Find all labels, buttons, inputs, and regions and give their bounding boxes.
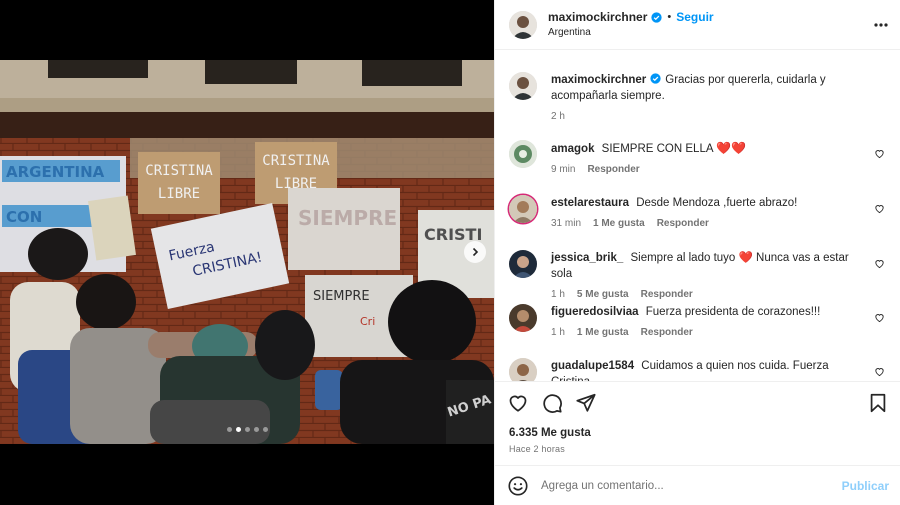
comment-item: figueredosilviaa Fuerza presidenta de co… [509, 304, 889, 341]
commenter-avatar[interactable] [509, 250, 537, 278]
carousel-dot [244, 427, 250, 432]
reply-button[interactable]: Responder [587, 162, 639, 178]
comment-text: Fuerza presidenta de corazones!!! [645, 306, 821, 318]
comment-likes[interactable]: 1 Me gusta [593, 216, 645, 232]
ellipsis-icon[interactable] [873, 19, 889, 31]
post-timestamp[interactable]: Hace 2 horas [509, 444, 565, 454]
comment-time[interactable]: 1 h [551, 287, 565, 303]
follow-button[interactable]: Seguir [676, 10, 713, 25]
comment-time[interactable]: 9 min [551, 162, 575, 178]
verified-badge-icon [650, 73, 661, 84]
bookmark-icon[interactable] [867, 392, 889, 414]
caption-username[interactable]: maximockirchner [551, 74, 646, 86]
post-media: ARGENTINA CON CRISTINA LIBRE CRISTINA LI… [0, 0, 494, 505]
commenter-username[interactable]: guadalupe1584 [551, 360, 634, 372]
caption-time[interactable]: 2 h [551, 109, 565, 125]
commenter-username[interactable]: estelarestaura [551, 197, 629, 209]
carousel-dot [253, 427, 259, 432]
comment-time[interactable]: 31 min [551, 216, 581, 232]
likes-count[interactable]: 6.335 Me gusta [509, 427, 591, 439]
comment-like-icon[interactable] [874, 258, 885, 269]
carousel-dot [235, 427, 241, 432]
carousel-dot [262, 427, 268, 432]
commenter-avatar[interactable] [509, 358, 537, 381]
post-caption: maximockirchner Gracias por quererla, cui… [509, 72, 889, 125]
post-side-panel: maximockirchner • Seguir Argentina maxim… [494, 0, 900, 505]
carousel-dot [226, 427, 232, 432]
commenter-username[interactable]: jessica_brik_ [551, 252, 623, 264]
paper-plane-icon[interactable] [575, 392, 597, 414]
commenter-avatar[interactable] [509, 195, 537, 223]
carousel-indicator [0, 427, 494, 432]
publish-button[interactable]: Publicar [842, 479, 889, 493]
comment-like-icon[interactable] [874, 148, 885, 159]
reply-button[interactable]: Responder [641, 325, 693, 341]
author-info: maximockirchner • Seguir Argentina [548, 10, 714, 40]
carousel-next-button[interactable] [464, 241, 486, 263]
comment-text: SIEMPRE CON ELLA [601, 143, 713, 155]
commenter-avatar[interactable] [509, 304, 537, 332]
author-avatar[interactable] [509, 10, 537, 39]
comment-text: Desde Mendoza ,fuerte abrazo! [636, 197, 798, 209]
verified-badge-icon [651, 11, 663, 23]
post-photo[interactable]: ARGENTINA CON CRISTINA LIBRE CRISTINA LI… [0, 60, 494, 444]
comment-like-icon[interactable] [874, 366, 885, 377]
post-location[interactable]: Argentina [548, 25, 714, 40]
author-username[interactable]: maximockirchner [548, 10, 647, 25]
reply-button[interactable]: Responder [657, 216, 709, 232]
comments-list[interactable]: maximockirchner Gracias por quererla, cui… [495, 51, 900, 381]
comment-like-icon[interactable] [874, 312, 885, 323]
comment-emoji: ❤️❤️ [716, 141, 746, 155]
comment-item: guadalupe1584 Cuidamos a quien nos cuida… [509, 358, 889, 381]
comment-item: jessica_brik_ Siempre al lado tuyo ❤️ Nu… [509, 250, 889, 303]
header-separator: • [667, 10, 672, 23]
comment-time[interactable]: 1 h [551, 325, 565, 341]
commenter-username[interactable]: figueredosilviaa [551, 306, 639, 318]
caption-avatar[interactable] [509, 72, 537, 100]
add-comment-bar: Publicar [495, 465, 900, 505]
post-actions: 6.335 Me gusta Hace 2 horas [495, 381, 900, 454]
commenter-username[interactable]: amagok [551, 143, 594, 155]
comment-likes[interactable]: 5 Me gusta [577, 287, 629, 303]
comment-input[interactable] [541, 479, 834, 492]
comment-likes[interactable]: 1 Me gusta [577, 325, 629, 341]
comment-like-icon[interactable] [874, 203, 885, 214]
post-header: maximockirchner • Seguir Argentina [495, 0, 900, 50]
comment-item: amagok SIEMPRE CON ELLA ❤️❤️ 9 min Respo… [509, 140, 889, 178]
chevron-right-icon [472, 247, 479, 257]
smiley-icon[interactable] [507, 475, 529, 497]
reply-button[interactable]: Responder [641, 287, 693, 303]
commenter-avatar[interactable] [509, 140, 537, 168]
speech-bubble-icon[interactable] [541, 392, 563, 414]
comment-item: estelarestaura Desde Mendoza ,fuerte abr… [509, 195, 889, 232]
heart-outline-icon[interactable] [507, 392, 529, 414]
instagram-post: ARGENTINA CON CRISTINA LIBRE CRISTINA LI… [0, 0, 900, 505]
